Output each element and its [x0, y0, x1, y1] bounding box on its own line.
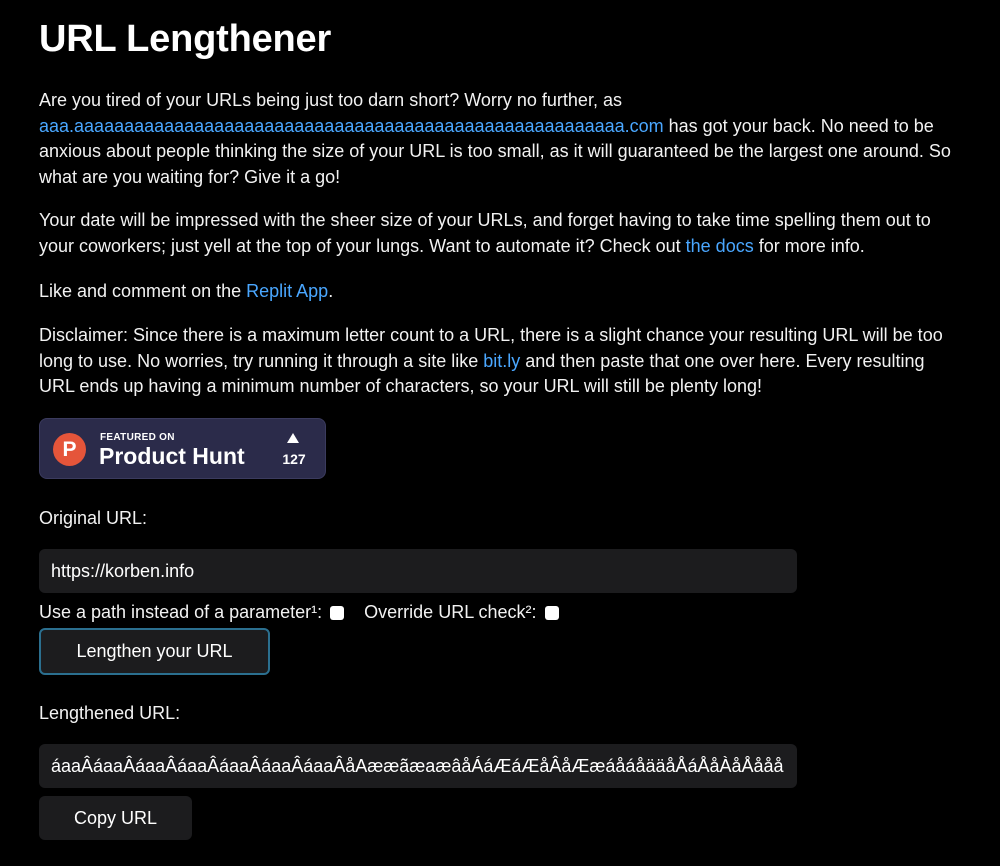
domain-link[interactable]: aaa.aaaaaaaaaaaaaaaaaaaaaaaaaaaaaaaaaaaa…: [39, 116, 664, 136]
options-row: Use a path instead of a parameter¹: Over…: [39, 602, 559, 623]
lengthened-url-output[interactable]: áaaÂáaaÂáaaÂáaaÂáaaÂáaaÂáaaÂåAææãæaæâåÁá…: [39, 744, 797, 788]
replit-text-end: .: [328, 281, 334, 301]
override-option-label: Override URL check²:: [364, 602, 537, 622]
page-title: URL Lengthener: [39, 18, 332, 60]
lengthened-url-value: áaaÂáaaÂáaaÂáaaÂáaaÂáaaÂáaaÂåAææãæaæâåÁá…: [51, 756, 784, 776]
lengthen-button[interactable]: Lengthen your URL: [39, 628, 270, 675]
product-hunt-name: Product Hunt: [99, 443, 245, 469]
replit-paragraph: Like and comment on the Replit App.: [39, 279, 964, 305]
lengthened-url-label: Lengthened URL:: [39, 703, 181, 723]
original-url-label: Original URL:: [39, 508, 148, 528]
docs-link[interactable]: the docs: [686, 236, 754, 256]
path-option-checkbox[interactable]: [330, 605, 345, 620]
upvote-arrow-icon: [287, 433, 299, 443]
intro-paragraph: Are you tired of your URLs being just to…: [39, 88, 964, 190]
original-url-input[interactable]: https://korben.info: [39, 549, 797, 593]
product-hunt-logo-icon: P: [53, 433, 86, 466]
path-option-label: Use a path instead of a parameter¹:: [39, 602, 323, 622]
docs-text-continued: for more info.: [753, 235, 865, 256]
product-hunt-featured-label: FEATURED ON: [100, 432, 175, 443]
upvote-count: 127: [282, 451, 306, 467]
replit-app-link[interactable]: Replit App: [246, 281, 328, 301]
intro-text: Are you tired of your URLs being just to…: [39, 90, 622, 110]
bitly-link[interactable]: bit.ly: [483, 351, 520, 371]
product-hunt-badge[interactable]: P FEATURED ON Product Hunt 127: [39, 418, 326, 479]
replit-text: Like and comment on the: [39, 281, 247, 301]
override-option-checkbox[interactable]: [544, 605, 559, 620]
disclaimer-paragraph: Disclaimer: Since there is a maximum let…: [39, 323, 964, 400]
copy-url-button[interactable]: Copy URL: [39, 796, 192, 840]
docs-paragraph: Your date will be impressed with the she…: [39, 208, 964, 259]
